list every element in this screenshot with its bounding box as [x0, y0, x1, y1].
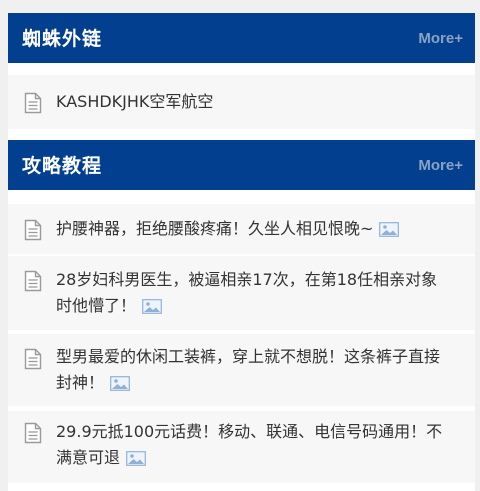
list-item[interactable]: 29.9元抵100元话费！移动、联通、电信号码通用！不满意可退 [8, 411, 475, 483]
page: 蜘蛛外链 More+ KASHDKJHK空军航空 攻略教程 More+ 护腰神器… [0, 0, 480, 491]
list-item-title[interactable]: KASHDKJHK空军航空 [56, 89, 453, 115]
list-item-text: 29.9元抵100元话费！移动、联通、电信号码通用！不满意可退 [56, 419, 453, 471]
list-item-text: 护腰神器，拒绝腰酸疼痛！久坐人相见恨晚~ [56, 216, 453, 242]
list-item-title[interactable]: 29.9元抵100元话费！移动、联通、电信号码通用！不满意可退 [56, 422, 442, 467]
image-icon [142, 299, 162, 314]
more-link[interactable]: More+ [418, 13, 463, 65]
list-item-title[interactable]: 28岁妇科男医生，被逼相亲17次，在第18任相亲对象时他懵了！ [56, 270, 437, 315]
section-title: 攻略教程 [22, 155, 103, 177]
document-icon [24, 92, 42, 114]
list-item[interactable]: KASHDKJHK空军航空 [8, 75, 475, 129]
list-item-text: 型男最爱的休闲工装裤，穿上就不想脱！这条裤子直接封神！ [56, 344, 453, 396]
list-item-text: 28岁妇科男医生，被逼相亲17次，在第18任相亲对象时他懵了！ [56, 267, 453, 319]
list-item-title[interactable]: 护腰神器，拒绝腰酸疼痛！久坐人相见恨晚~ [56, 219, 373, 238]
image-icon [110, 376, 130, 391]
document-icon [24, 348, 42, 370]
section-title: 蜘蛛外链 [22, 28, 103, 50]
image-icon [126, 451, 146, 466]
section-header-guides: 攻略教程 More+ [8, 140, 475, 190]
image-icon [379, 222, 400, 237]
more-link[interactable]: More+ [418, 140, 463, 192]
document-icon [24, 270, 42, 292]
document-icon [24, 422, 42, 444]
list-item[interactable]: 28岁妇科男医生，被逼相亲17次，在第18任相亲对象时他懵了！ [8, 256, 475, 330]
document-icon [24, 219, 42, 241]
section-header-spider-links: 蜘蛛外链 More+ [8, 13, 475, 63]
list-item[interactable]: 型男最爱的休闲工装裤，穿上就不想脱！这条裤子直接封神！ [8, 334, 475, 406]
list-item[interactable]: 护腰神器，拒绝腰酸疼痛！久坐人相见恨晚~ [8, 204, 475, 254]
